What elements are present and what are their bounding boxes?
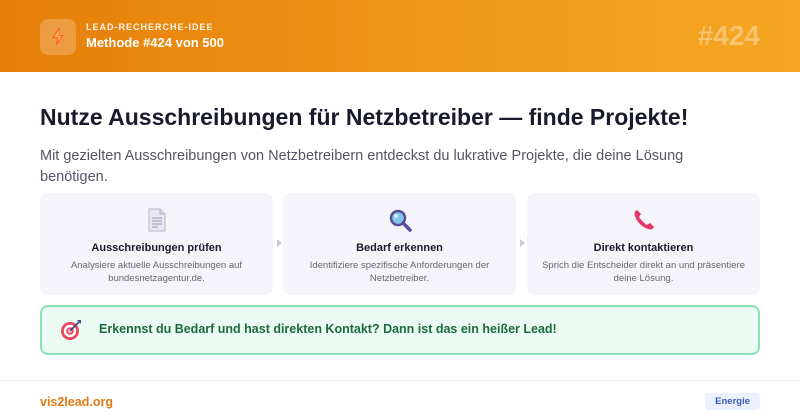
callout-text: Erkennst du Bedarf und hast direkten Kon… bbox=[99, 322, 557, 336]
step-title: Direkt kontaktieren bbox=[593, 242, 694, 254]
method-counter: Methode #424 von 500 bbox=[86, 35, 224, 50]
target-icon bbox=[61, 320, 81, 340]
magnifier-icon bbox=[389, 209, 412, 232]
step-card-3: Direkt kontaktieren Sprich die Entscheid… bbox=[527, 193, 760, 295]
footer-brand-link[interactable]: vis2lead.org bbox=[40, 395, 113, 409]
chevron-right-icon bbox=[520, 239, 525, 247]
footer-divider bbox=[0, 380, 800, 381]
step-card-1: Ausschreibungen prüfen Analysiere aktuel… bbox=[40, 193, 273, 295]
step-title: Ausschreibungen prüfen bbox=[91, 242, 222, 254]
method-number: #424 bbox=[697, 20, 760, 51]
lead-callout: Erkennst du Bedarf und hast direkten Kon… bbox=[40, 305, 760, 355]
phone-icon bbox=[634, 210, 654, 230]
header-kicker: LEAD-RECHERCHE-IDEE bbox=[86, 22, 214, 32]
document-icon bbox=[148, 208, 165, 232]
step-text: Analysiere aktuelle Ausschreibungen auf … bbox=[70, 260, 243, 284]
step-title: Bedarf erkennen bbox=[356, 242, 443, 254]
page-description: Mit gezielten Ausschreibungen von Netzbe… bbox=[40, 148, 684, 185]
chevron-right-icon bbox=[277, 239, 282, 247]
category-badge: Energie bbox=[705, 393, 760, 410]
step-text: Sprich die Entscheider direkt an und prä… bbox=[542, 260, 745, 284]
logo bbox=[40, 19, 76, 55]
page-title: Nutze Ausschreibungen für Netzbetreiber … bbox=[40, 104, 689, 130]
lightning-icon bbox=[52, 28, 64, 46]
step-text: Identifiziere spezifische Anforderungen … bbox=[309, 260, 490, 284]
header-banner: LEAD-RECHERCHE-IDEE Methode #424 von 500… bbox=[0, 0, 800, 72]
step-card-2: Bedarf erkennen Identifiziere spezifisch… bbox=[283, 193, 516, 295]
steps-row: Ausschreibungen prüfen Analysiere aktuel… bbox=[40, 193, 760, 295]
